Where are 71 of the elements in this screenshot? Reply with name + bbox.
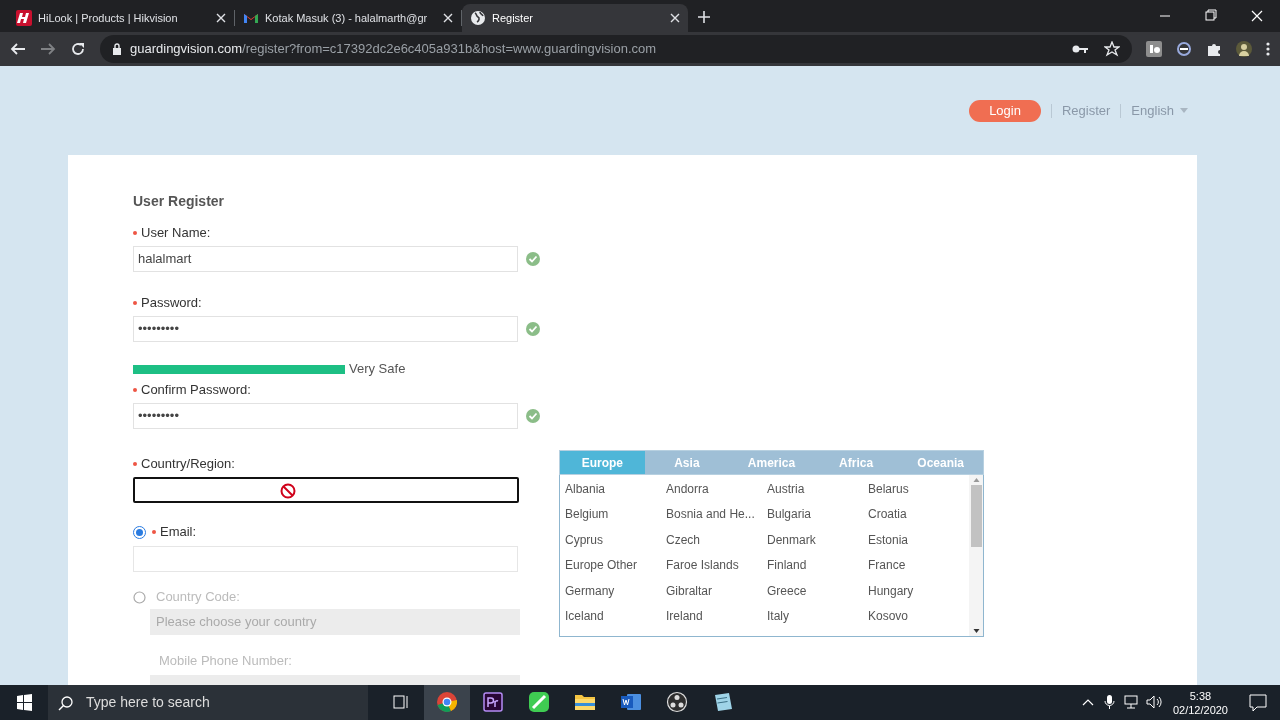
scroll-down-icon[interactable] [972, 626, 980, 636]
radio-button[interactable] [133, 590, 146, 604]
country-option[interactable]: Hungary [868, 578, 969, 604]
country-option[interactable]: Gibraltar [666, 578, 767, 604]
close-icon[interactable] [216, 13, 226, 23]
country-option[interactable]: Italy [767, 603, 868, 629]
clock[interactable]: 5:38 02/12/2020 [1164, 688, 1236, 717]
country-option[interactable]: Germany [565, 578, 666, 604]
field-label: Mobile Phone Number: [159, 652, 293, 670]
country-option[interactable]: Belarus [868, 476, 969, 502]
country-option[interactable]: Bulgaria [767, 501, 868, 527]
scrollbar[interactable] [969, 475, 983, 636]
country-option[interactable]: Cyprus [565, 527, 666, 553]
browser-tab[interactable]: Register [462, 4, 688, 32]
country-option[interactable]: Iceland [565, 603, 666, 629]
field-label: Confirm Password: [141, 381, 251, 400]
country-option[interactable]: Ireland [666, 603, 767, 629]
country-option[interactable]: Croatia [868, 501, 969, 527]
back-icon[interactable] [10, 41, 26, 57]
scroll-up-icon[interactable] [972, 475, 980, 485]
country-option[interactable]: Greece [767, 578, 868, 604]
menu-icon[interactable] [1266, 41, 1270, 57]
url-text: guardingvision.com/register?from=c17392dc2e6c405a931b&host=www.guardingvision.com [130, 40, 657, 59]
field-label: Email: [160, 523, 197, 542]
country-option[interactable]: Bosnia and He... [666, 501, 767, 527]
country-option[interactable]: Albania [565, 476, 666, 502]
strength-label: Very Safe [349, 360, 406, 379]
key-icon[interactable] [1072, 44, 1088, 54]
star-icon[interactable] [1104, 41, 1120, 57]
forward-icon[interactable] [40, 41, 56, 57]
hilook-favicon-icon [16, 10, 32, 26]
country-option[interactable]: Faroe Islands [666, 552, 767, 578]
country-option[interactable]: Finland [767, 552, 868, 578]
browser-tab[interactable]: Kotak Masuk (3) - halalmarth@gr [235, 4, 461, 32]
reload-icon[interactable] [70, 41, 86, 57]
country-field[interactable] [133, 477, 519, 503]
input-field[interactable]: halalmart [133, 246, 518, 272]
country-option[interactable]: Denmark [767, 527, 868, 553]
new-tab-icon[interactable] [698, 11, 710, 23]
address-bar[interactable]: guardingvision.com/register?from=c17392dc2e6c405a931b&host=www.guardingvision.com [100, 35, 1132, 63]
search-icon [58, 694, 74, 711]
caret-icon [1180, 108, 1188, 113]
profile-avatar-icon[interactable] [1236, 41, 1252, 57]
taskbar-search-field[interactable]: Type here to search [48, 685, 368, 720]
field-label: Country Code: [156, 588, 240, 607]
close-icon[interactable] [443, 13, 453, 23]
country-option[interactable]: Estonia [868, 527, 969, 553]
input-field[interactable]: ••••••••• [133, 403, 518, 429]
field-label: Country/Region: [141, 455, 235, 474]
close-icon[interactable] [670, 13, 680, 23]
input-field[interactable]: ••••••••• [133, 316, 518, 342]
field-label: User Name: [141, 224, 211, 243]
country-option[interactable]: Andorra [666, 476, 767, 502]
country-option[interactable]: Europe Other [565, 552, 666, 578]
radio-button[interactable] [133, 525, 146, 539]
field-label: Password: [141, 294, 202, 313]
not-allowed-icon [279, 483, 296, 499]
chrome-icon[interactable] [424, 685, 470, 720]
country-option[interactable]: Czech [666, 527, 767, 553]
email-field[interactable] [133, 546, 518, 572]
globe-icon [470, 10, 486, 26]
country-option[interactable]: Belgium [565, 501, 666, 527]
form-title: User Register [133, 192, 226, 211]
country-option[interactable]: France [868, 552, 969, 578]
extension-icon[interactable] [1176, 41, 1192, 57]
puzzle-icon[interactable] [1206, 41, 1222, 57]
scrollbar-thumb[interactable] [970, 485, 982, 547]
country-option[interactable]: Kosovo [868, 603, 969, 629]
lock-icon [112, 43, 122, 55]
country-option[interactable]: Austria [767, 476, 868, 502]
browser-tab[interactable]: HiLook | Products | Hikvision [8, 4, 234, 32]
